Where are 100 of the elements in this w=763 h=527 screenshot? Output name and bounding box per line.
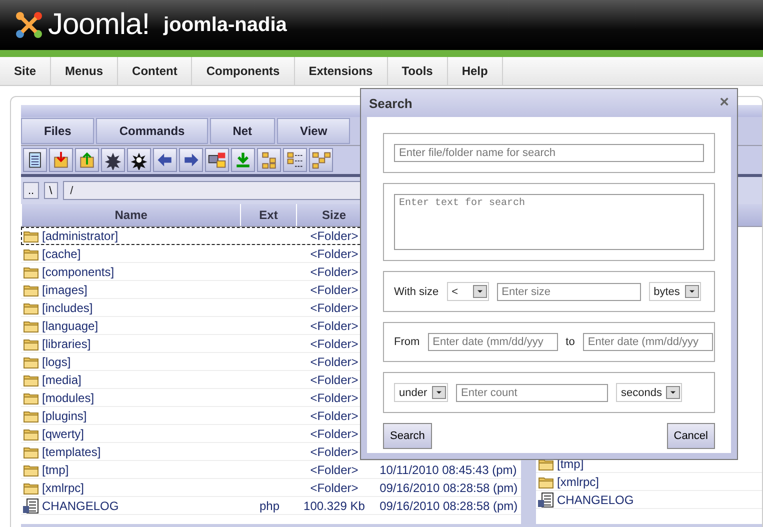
folder-icon xyxy=(23,462,39,476)
file-name: [modules] xyxy=(42,390,94,404)
file-name: [language] xyxy=(42,318,98,332)
file-name: [images] xyxy=(42,282,88,296)
folder-icon xyxy=(23,480,39,494)
menu-item[interactable]: Help xyxy=(448,57,503,85)
file-name: [qwerty] xyxy=(42,426,84,440)
file-size: <Folder> xyxy=(310,408,358,422)
file-name: [xmlrpc] xyxy=(42,480,84,494)
file-name: [media] xyxy=(42,372,82,386)
logo-text: Joomla! xyxy=(48,8,150,42)
caret-icon xyxy=(472,285,487,298)
file-name: [libraries] xyxy=(42,336,91,350)
file-name: [administrator] xyxy=(42,228,118,242)
site-name: joomla-nadia xyxy=(164,14,287,36)
box-down-arrow-icon xyxy=(51,150,71,170)
file-size: <Folder> xyxy=(310,264,358,278)
folder-icon xyxy=(23,372,39,386)
to-date-field[interactable]: Enter date (mm/dd/yyy xyxy=(582,333,713,351)
menu-item[interactable]: Extensions xyxy=(294,57,388,85)
text-field[interactable]: Enter text for search xyxy=(394,194,704,250)
toolbar-button[interactable] xyxy=(101,148,125,172)
computer-icon xyxy=(207,150,227,170)
file-name: [logs] xyxy=(42,354,71,368)
path-button[interactable]: \ xyxy=(44,182,58,199)
menu-tab[interactable]: Commands xyxy=(96,118,208,144)
folder-icon xyxy=(23,408,39,422)
menu-item[interactable]: Menus xyxy=(51,57,118,85)
toolbar-button[interactable] xyxy=(205,148,229,172)
column-header[interactable]: Ext xyxy=(240,204,296,226)
file-row[interactable]: [xmlrpc] <Folder> 09/16/2010 08:28:58 (pm) xyxy=(21,479,521,497)
folder-icon xyxy=(23,336,39,350)
cancel-button[interactable]: Cancel xyxy=(666,423,715,449)
folder-icon xyxy=(23,282,39,296)
file-size: <Folder> xyxy=(310,444,358,458)
file-date: 09/16/2010 08:28:58 (pm) xyxy=(380,480,518,494)
menu-item[interactable]: Content xyxy=(118,57,192,85)
file-name: [components] xyxy=(42,264,114,278)
operator-select[interactable]: < xyxy=(446,282,489,301)
file-ext: php xyxy=(259,498,280,512)
file-size: <Folder> xyxy=(310,228,358,242)
to-label: to xyxy=(566,336,575,348)
file-size: <Folder> xyxy=(310,354,358,368)
file-row[interactable]: [tmp] <Folder> 10/11/2010 08:45:43 (pm) xyxy=(21,461,521,479)
file-size: 100.329 Kb xyxy=(304,498,365,512)
file-size: <Folder> xyxy=(310,300,358,314)
file-size: <Folder> xyxy=(310,246,358,260)
operator-select[interactable]: under xyxy=(394,383,448,402)
dialog-title: Search xyxy=(369,96,412,110)
list-icon xyxy=(285,150,305,170)
caret-icon xyxy=(666,386,680,399)
unit-select[interactable]: bytes xyxy=(648,282,701,301)
grid-icon xyxy=(259,150,279,170)
menu-item[interactable]: Tools xyxy=(388,57,448,85)
file-row[interactable]: CHANGELOG php 100.329 Kb 09/16/2010 08:28:58 (pm) xyxy=(21,497,521,515)
caret-icon xyxy=(684,285,699,298)
toolbar-button[interactable] xyxy=(179,148,203,172)
file-date: 10/11/2010 08:45:43 (pm) xyxy=(380,462,517,476)
size-field[interactable]: Enter size xyxy=(496,282,641,300)
menu-item[interactable]: Site xyxy=(0,57,52,85)
folder-icon xyxy=(23,444,39,458)
file-size: <Folder> xyxy=(310,282,358,296)
toolbar-button[interactable] xyxy=(153,148,177,172)
menu-tab[interactable]: View xyxy=(277,118,350,144)
file-name: [tmp] xyxy=(42,462,69,476)
folder-icon xyxy=(23,390,39,404)
file-name: CHANGELOG xyxy=(42,498,119,512)
file-name: [plugins] xyxy=(42,408,87,422)
file-size: <Folder> xyxy=(310,318,358,332)
folder-icon xyxy=(23,426,39,440)
toolbar-button[interactable] xyxy=(23,148,47,172)
file-size: <Folder> xyxy=(310,390,358,404)
menu-tab[interactable]: Files xyxy=(21,118,94,144)
file-date: 09/16/2010 08:28:58 (pm) xyxy=(380,498,518,512)
size-label: With size xyxy=(394,286,439,298)
file-size: <Folder> xyxy=(310,462,358,476)
box-up-arrow-icon xyxy=(77,150,97,170)
file-size: <Folder> xyxy=(310,480,358,494)
toolbar-button[interactable] xyxy=(127,148,151,172)
path-button[interactable]: .. xyxy=(23,182,40,199)
file-name[interactable]: CHANGELOG xyxy=(557,492,634,506)
from-label: From xyxy=(394,336,420,348)
folder-icon xyxy=(23,246,39,260)
caret-icon xyxy=(432,386,446,399)
folder-icon xyxy=(23,228,39,242)
from-date-field[interactable]: Enter date (mm/dd/yyy xyxy=(428,333,558,351)
unit-select[interactable]: seconds xyxy=(616,383,682,402)
count-field[interactable]: Enter count xyxy=(456,384,608,402)
folder-icon xyxy=(23,354,39,368)
menu-item[interactable]: Components xyxy=(192,57,295,85)
file-name[interactable]: [tmp] xyxy=(557,456,584,470)
menu-tab[interactable]: Net xyxy=(210,118,276,144)
tiles-icon xyxy=(311,150,331,170)
search-button[interactable]: Search xyxy=(383,423,432,449)
column-header[interactable]: Name xyxy=(21,204,240,226)
name-field[interactable]: Enter file/folder name for search xyxy=(394,144,704,162)
file-name[interactable]: [xmlrpc] xyxy=(557,474,599,488)
file-size: <Folder> xyxy=(310,336,358,350)
file-size: <Folder> xyxy=(310,372,358,386)
close-button[interactable]: × xyxy=(720,94,729,112)
